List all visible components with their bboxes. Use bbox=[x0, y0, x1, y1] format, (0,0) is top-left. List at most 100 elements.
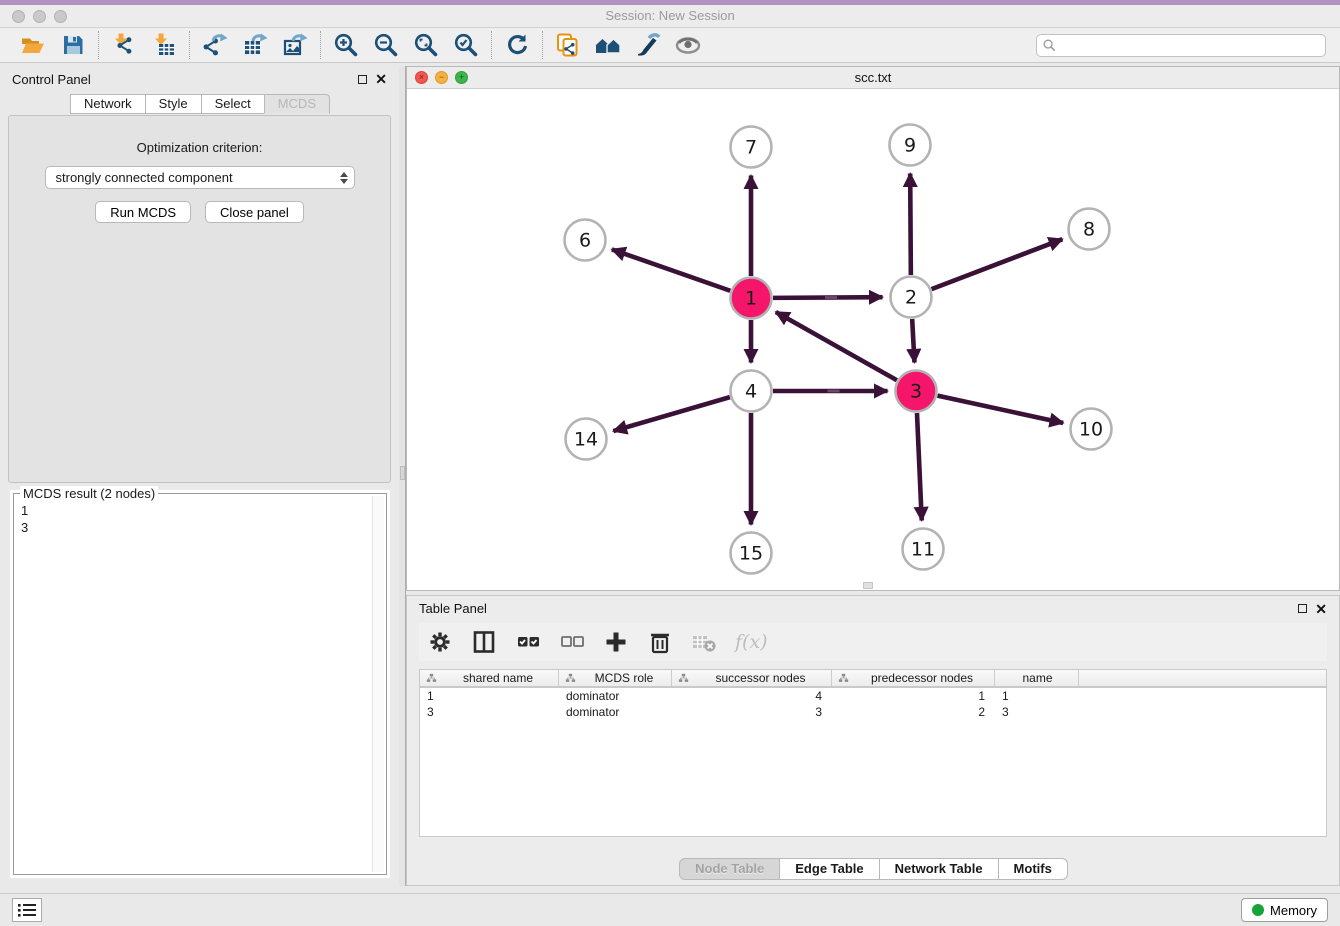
column-header-shared-name[interactable]: shared name bbox=[420, 670, 559, 686]
close-table-panel-icon[interactable]: ✕ bbox=[1315, 602, 1327, 616]
node-label-8: 8 bbox=[1083, 219, 1095, 241]
minimize-window-button[interactable] bbox=[33, 10, 46, 23]
task-history-button[interactable] bbox=[12, 898, 42, 922]
edge-3-1[interactable] bbox=[776, 312, 897, 380]
edge-3-10[interactable] bbox=[937, 396, 1063, 423]
select-all-icon[interactable] bbox=[515, 629, 541, 655]
zoom-window-button[interactable] bbox=[54, 10, 67, 23]
zoom-fit-icon[interactable] bbox=[412, 31, 440, 59]
network-graph[interactable]: 7968124314101511 bbox=[407, 89, 1339, 590]
dropdown-stepper-icon bbox=[340, 172, 348, 184]
tab-node-table[interactable]: Node Table bbox=[679, 858, 780, 880]
tab-style[interactable]: Style bbox=[145, 94, 202, 114]
tab-motifs[interactable]: Motifs bbox=[998, 858, 1068, 880]
cell-name: 3 bbox=[995, 704, 1079, 720]
search-icon bbox=[1043, 39, 1056, 52]
optimization-criterion-select[interactable]: strongly connected component bbox=[45, 166, 355, 189]
cell-MCDS-role: dominator bbox=[559, 704, 672, 720]
result-node-id: 1 bbox=[21, 502, 386, 519]
network-minimize-button[interactable]: − bbox=[435, 71, 448, 84]
edge-2-3[interactable] bbox=[912, 319, 914, 363]
add-column-icon[interactable] bbox=[603, 629, 629, 655]
import-table-icon[interactable] bbox=[150, 31, 178, 59]
tab-mcds[interactable]: MCDS bbox=[264, 94, 330, 114]
table-tabs: Node TableEdge TableNetwork TableMotifs bbox=[407, 858, 1339, 880]
table-row[interactable]: 3dominator323 bbox=[420, 704, 1326, 720]
tab-network-table[interactable]: Network Table bbox=[879, 858, 999, 880]
edge-label bbox=[828, 390, 840, 393]
float-table-panel-icon[interactable] bbox=[1298, 604, 1307, 613]
show-hide-icon[interactable] bbox=[674, 31, 702, 59]
memory-button[interactable]: Memory bbox=[1241, 898, 1328, 922]
canvas-scroll-handle[interactable] bbox=[863, 582, 873, 589]
node-label-7: 7 bbox=[745, 137, 757, 159]
edge-2-9[interactable] bbox=[910, 173, 911, 275]
close-window-button[interactable] bbox=[12, 10, 25, 23]
cell-name: 1 bbox=[995, 688, 1079, 704]
search-box bbox=[1036, 34, 1326, 57]
network-close-button[interactable]: × bbox=[415, 71, 428, 84]
cell-successor-nodes: 4 bbox=[672, 688, 832, 704]
column-header-predecessor-nodes[interactable]: predecessor nodes bbox=[832, 670, 995, 686]
import-network-icon[interactable] bbox=[110, 31, 138, 59]
splitter-handle[interactable] bbox=[400, 466, 405, 480]
mcds-panel: Optimization criterion: strongly connect… bbox=[8, 115, 391, 483]
list-icon bbox=[17, 902, 37, 918]
open-session-icon[interactable] bbox=[19, 31, 47, 59]
function-builder-icon: f(x) bbox=[735, 631, 768, 653]
network-title: scc.txt bbox=[407, 67, 1339, 88]
session-title: Session: New Session bbox=[0, 5, 1340, 27]
node-label-10: 10 bbox=[1079, 419, 1103, 441]
node-table: shared nameMCDS rolesuccessor nodesprede… bbox=[419, 669, 1327, 837]
network-view-window: × − + scc.txt 7968124314101511 bbox=[406, 66, 1340, 591]
close-panel-icon[interactable]: ✕ bbox=[375, 72, 387, 86]
tab-edge-table[interactable]: Edge Table bbox=[779, 858, 879, 880]
apply-style-icon[interactable] bbox=[634, 31, 662, 59]
export-image-icon[interactable] bbox=[281, 31, 309, 59]
table-header-row: shared nameMCDS rolesuccessor nodesprede… bbox=[420, 670, 1326, 688]
edge-2-8[interactable] bbox=[932, 239, 1063, 289]
show-home-icon[interactable] bbox=[594, 31, 622, 59]
edge-3-11[interactable] bbox=[917, 413, 922, 521]
cell-successor-nodes: 3 bbox=[672, 704, 832, 720]
save-session-icon[interactable] bbox=[59, 31, 87, 59]
tab-network[interactable]: Network bbox=[70, 94, 146, 114]
zoom-selected-icon[interactable] bbox=[452, 31, 480, 59]
edge-1-6[interactable] bbox=[612, 249, 730, 290]
zoom-in-icon[interactable] bbox=[332, 31, 360, 59]
duplicate-network-icon[interactable] bbox=[554, 31, 582, 59]
run-mcds-button[interactable]: Run MCDS bbox=[95, 201, 191, 223]
column-header-successor-nodes[interactable]: successor nodes bbox=[672, 670, 832, 686]
cell-shared-name: 1 bbox=[420, 688, 559, 704]
delete-column-icon[interactable] bbox=[647, 629, 673, 655]
cell-predecessor-nodes: 1 bbox=[832, 688, 995, 704]
vertical-splitter[interactable] bbox=[399, 66, 406, 886]
toolbar-separator bbox=[189, 31, 190, 59]
window-controls bbox=[12, 10, 67, 23]
table-row[interactable]: 1dominator411 bbox=[420, 688, 1326, 704]
result-scrollbar[interactable] bbox=[372, 496, 384, 872]
zoom-out-icon[interactable] bbox=[372, 31, 400, 59]
column-header-name[interactable]: name bbox=[995, 670, 1079, 686]
apply-layout-icon[interactable] bbox=[503, 31, 531, 59]
column-header-MCDS-role[interactable]: MCDS role bbox=[559, 670, 672, 686]
export-table-icon[interactable] bbox=[241, 31, 269, 59]
float-panel-icon[interactable] bbox=[358, 75, 367, 84]
edge-4-14[interactable] bbox=[613, 397, 730, 431]
column-layout-icon[interactable] bbox=[471, 629, 497, 655]
network-canvas[interactable]: 7968124314101511 bbox=[407, 89, 1339, 590]
gear-icon[interactable] bbox=[427, 629, 453, 655]
toolbar-group bbox=[494, 31, 540, 59]
export-network-icon[interactable] bbox=[201, 31, 229, 59]
mcds-result-panel: MCDS result (2 nodes) 13 bbox=[10, 490, 390, 878]
tab-select[interactable]: Select bbox=[201, 94, 265, 114]
table-panel: Table Panel ✕ f(x) shared nameMCDS roles… bbox=[406, 595, 1340, 886]
node-label-6: 6 bbox=[579, 230, 591, 252]
node-label-15: 15 bbox=[739, 543, 763, 565]
network-zoom-button[interactable]: + bbox=[455, 71, 468, 84]
deselect-all-icon[interactable] bbox=[559, 629, 585, 655]
search-input[interactable] bbox=[1036, 34, 1326, 57]
table-toolbar: f(x) bbox=[419, 623, 1327, 661]
memory-label: Memory bbox=[1270, 903, 1317, 918]
close-panel-button[interactable]: Close panel bbox=[205, 201, 304, 223]
